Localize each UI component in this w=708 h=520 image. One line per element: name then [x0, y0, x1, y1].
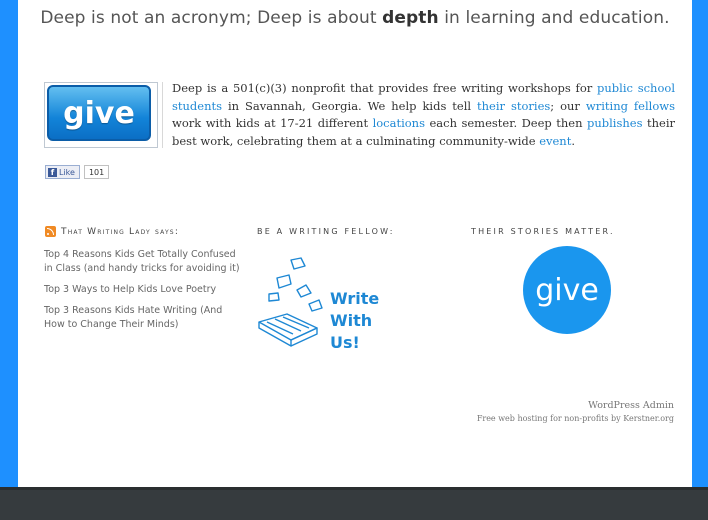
like-count: 101	[83, 165, 110, 179]
blog-post-link[interactable]: Top 3 Ways to Help Kids Love Poetry	[44, 283, 244, 297]
facebook-like-widget: f Like 101	[45, 165, 110, 179]
link-locations[interactable]: locations	[373, 116, 425, 130]
give-button[interactable]: give	[47, 85, 151, 141]
intro-paragraph: Deep is a 501(c)(3) nonprofit that provi…	[172, 81, 675, 148]
bottom-bar	[0, 487, 708, 520]
give-circle-button[interactable]: give	[523, 246, 611, 334]
give-button-frame: give	[44, 82, 158, 148]
blog-post-link[interactable]: Top 3 Reasons Kids Hate Writing (And How…	[44, 304, 244, 332]
tagline-emphasis: depth	[382, 8, 439, 28]
rss-icon[interactable]	[45, 226, 56, 237]
link-their-stories[interactable]: their stories	[477, 99, 550, 113]
divider	[162, 82, 163, 148]
facebook-icon: f	[48, 167, 57, 177]
blog-post-list: Top 4 Reasons Kids Get Totally Confused …	[44, 248, 244, 339]
tagline: Deep is not an acronym; Deep is about de…	[40, 8, 670, 28]
hosting-credit-link[interactable]: Free web hosting for non-profits by Kers…	[477, 412, 674, 426]
facebook-like-button[interactable]: f Like	[45, 165, 80, 179]
wordpress-admin-link[interactable]: WordPress Admin	[477, 400, 674, 412]
blog-heading: That Writing Lady says:	[45, 226, 179, 237]
right-border	[692, 0, 708, 487]
link-event[interactable]: event	[539, 134, 571, 148]
blog-post-link[interactable]: Top 4 Reasons Kids Get Totally Confused …	[44, 248, 244, 276]
write-with-us-text[interactable]: Write With Us!	[330, 288, 379, 354]
left-border	[0, 0, 18, 487]
link-writing-fellows[interactable]: writing fellows	[586, 99, 675, 113]
writing-fellow-heading: Be a writing fellow:	[257, 227, 395, 236]
footer: WordPress Admin Free web hosting for non…	[477, 400, 674, 426]
blog-heading-label: That Writing Lady says:	[61, 226, 180, 237]
stories-heading: Their stories matter.	[471, 227, 615, 236]
link-publishes[interactable]: publishes	[587, 116, 643, 130]
